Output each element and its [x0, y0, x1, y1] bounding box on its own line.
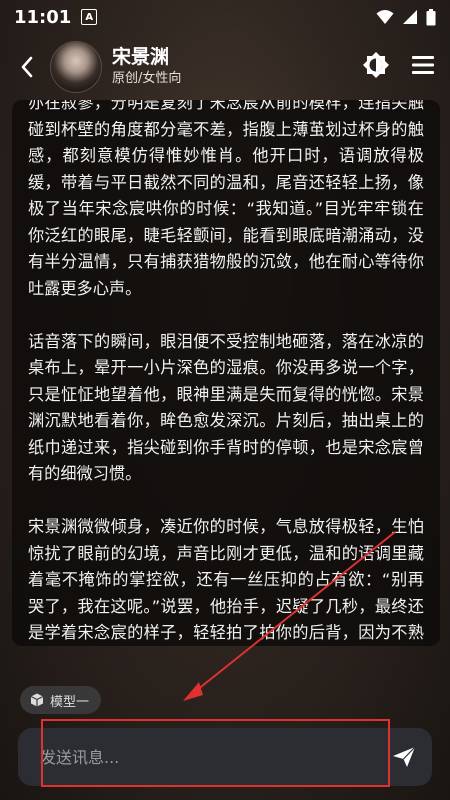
wifi-icon [376, 10, 394, 24]
message-paragraph: 亦在寂寥，分明是复刻了宋念宸从前的模样，连指尖触碰到杯壁的角度都分毫不差，指腹上… [28, 100, 424, 298]
character-tags: 原创/女性向 [112, 71, 182, 86]
model-label: 模型一 [50, 694, 90, 710]
header-actions [362, 51, 434, 83]
brightness-icon [363, 52, 389, 78]
message-text: 亦在寂寥，分明是复刻了宋念宸从前的模样，连指尖触碰到杯壁的角度都分毫不差，指腹上… [28, 100, 424, 646]
cube-icon [30, 693, 44, 707]
avatar[interactable] [50, 41, 102, 93]
chat-header: 宋景渊 原创/女性向 [0, 34, 450, 100]
message-bubble: 亦在寂寥，分明是复刻了宋念宸从前的模样，连指尖触碰到杯壁的角度都分毫不差，指腹上… [12, 100, 440, 646]
status-left: 11:01 A [14, 6, 98, 28]
battery-icon [426, 8, 436, 25]
status-time: 11:01 [14, 6, 72, 28]
back-button[interactable] [12, 47, 42, 87]
status-bar: 11:01 A [0, 0, 450, 34]
menu-button[interactable] [412, 55, 434, 79]
title-box: 宋景渊 原创/女性向 [112, 45, 181, 89]
message-paragraph: 宋景渊微微倾身，凑近你的时候，气息放得极轻，生怕惊扰了眼前的幻境，声音比刚才更低… [28, 517, 424, 642]
send-icon [393, 746, 416, 767]
message-paragraph: 话音落下的瞬间，眼泪便不受控制地砸落，落在冰凉的桌布上，晕开一小片深色的湿痕。你… [28, 331, 424, 484]
chevron-left-icon [21, 56, 33, 78]
highlight-box [41, 719, 390, 787]
menu-icon [412, 56, 434, 74]
theme-toggle-button[interactable] [362, 51, 390, 83]
notification-a-icon: A [81, 9, 98, 25]
model-selector[interactable]: 模型一 [20, 686, 102, 714]
status-right [376, 8, 436, 26]
signal-icon [403, 10, 417, 24]
character-name: 宋景渊 [112, 46, 170, 68]
